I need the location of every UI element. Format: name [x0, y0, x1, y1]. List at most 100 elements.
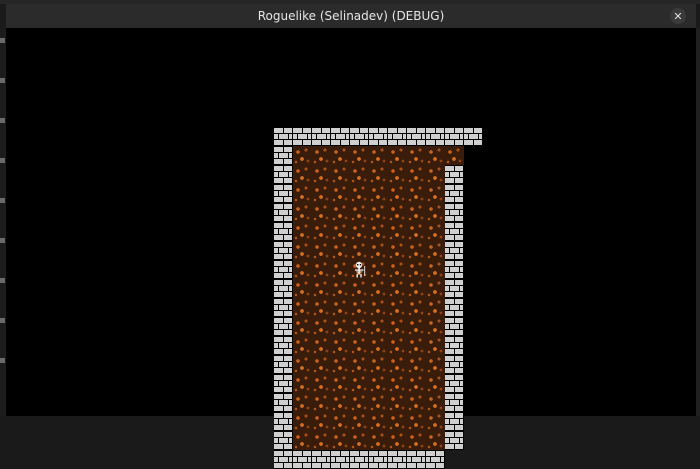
floor-tile: [331, 412, 350, 431]
floor-tile: [407, 146, 426, 165]
floor-tile: [388, 241, 407, 260]
floor-tile: [350, 222, 369, 241]
wall-tile: [274, 393, 293, 412]
floor-tile: [369, 203, 388, 222]
floor-tile: [426, 393, 445, 412]
floor-tile: [388, 431, 407, 450]
wall-tile: [464, 127, 483, 146]
floor-tile: [388, 336, 407, 355]
window-titlebar[interactable]: Roguelike (Selinadev) (DEBUG) ✕: [6, 4, 696, 28]
floor-tile: [369, 222, 388, 241]
floor-tile: [293, 203, 312, 222]
wall-tile: [388, 127, 407, 146]
wall-tile: [350, 127, 369, 146]
floor-tile: [407, 298, 426, 317]
floor-tile: [426, 260, 445, 279]
wall-tile: [445, 374, 464, 393]
wall-tile: [445, 393, 464, 412]
floor-tile: [350, 298, 369, 317]
wall-tile: [445, 203, 464, 222]
wall-tile: [274, 298, 293, 317]
wall-tile: [445, 260, 464, 279]
floor-tile: [407, 241, 426, 260]
floor-tile: [388, 184, 407, 203]
wall-tile: [293, 450, 312, 469]
floor-tile: [293, 298, 312, 317]
floor-tile: [312, 355, 331, 374]
floor-tile: [426, 279, 445, 298]
floor-tile: [312, 203, 331, 222]
wall-tile: [445, 412, 464, 431]
wall-tile: [350, 450, 369, 469]
floor-tile: [369, 317, 388, 336]
floor-tile: [293, 260, 312, 279]
floor-tile: [350, 431, 369, 450]
floor-tile: [293, 336, 312, 355]
wall-tile: [388, 450, 407, 469]
floor-tile: [293, 393, 312, 412]
floor-tile: [407, 336, 426, 355]
floor-tile: [426, 298, 445, 317]
wall-tile: [445, 241, 464, 260]
wall-tile: [445, 336, 464, 355]
floor-tile: [388, 374, 407, 393]
floor-tile: [369, 336, 388, 355]
floor-tile: [388, 165, 407, 184]
floor-tile: [388, 412, 407, 431]
floor-tile: [388, 222, 407, 241]
floor-tile: [369, 241, 388, 260]
floor-tile: [312, 165, 331, 184]
floor-tile: [331, 241, 350, 260]
floor-tile: [312, 184, 331, 203]
floor-tile: [312, 146, 331, 165]
wall-tile: [331, 450, 350, 469]
player-skeleton-icon: [350, 260, 369, 279]
floor-tile: [350, 203, 369, 222]
floor-tile: [331, 222, 350, 241]
wall-tile: [274, 165, 293, 184]
game-viewport[interactable]: [6, 28, 696, 469]
floor-tile: [312, 317, 331, 336]
floor-tile: [350, 355, 369, 374]
wall-tile: [445, 184, 464, 203]
floor-tile: [293, 317, 312, 336]
floor-tile: [445, 146, 464, 165]
floor-tile: [350, 393, 369, 412]
floor-tile: [426, 355, 445, 374]
floor-tile: [407, 412, 426, 431]
floor-tile: [426, 203, 445, 222]
floor-tile: [331, 393, 350, 412]
floor-tile: [312, 241, 331, 260]
floor-tile: [426, 146, 445, 165]
floor-tile: [312, 336, 331, 355]
floor-tile: [407, 355, 426, 374]
wall-tile: [274, 241, 293, 260]
floor-tile: [350, 412, 369, 431]
floor-tile: [369, 431, 388, 450]
wall-tile: [445, 431, 464, 450]
floor-tile: [369, 412, 388, 431]
floor-tile: [388, 279, 407, 298]
floor-tile: [350, 165, 369, 184]
wall-tile: [369, 127, 388, 146]
close-icon: ✕: [673, 9, 683, 23]
wall-tile: [274, 260, 293, 279]
floor-tile: [369, 374, 388, 393]
floor-tile: [388, 317, 407, 336]
floor-tile: [407, 165, 426, 184]
wall-tile: [426, 127, 445, 146]
floor-tile: [426, 165, 445, 184]
close-button[interactable]: ✕: [670, 8, 686, 24]
floor-tile: [293, 241, 312, 260]
floor-tile: [312, 374, 331, 393]
wall-tile: [312, 450, 331, 469]
floor-tile: [331, 431, 350, 450]
floor-tile: [293, 222, 312, 241]
floor-tile: [407, 393, 426, 412]
floor-tile: [350, 184, 369, 203]
floor-tile: [331, 260, 350, 279]
floor-tile: [312, 222, 331, 241]
floor-tile: [293, 355, 312, 374]
floor-tile: [369, 260, 388, 279]
floor-tile: [312, 279, 331, 298]
